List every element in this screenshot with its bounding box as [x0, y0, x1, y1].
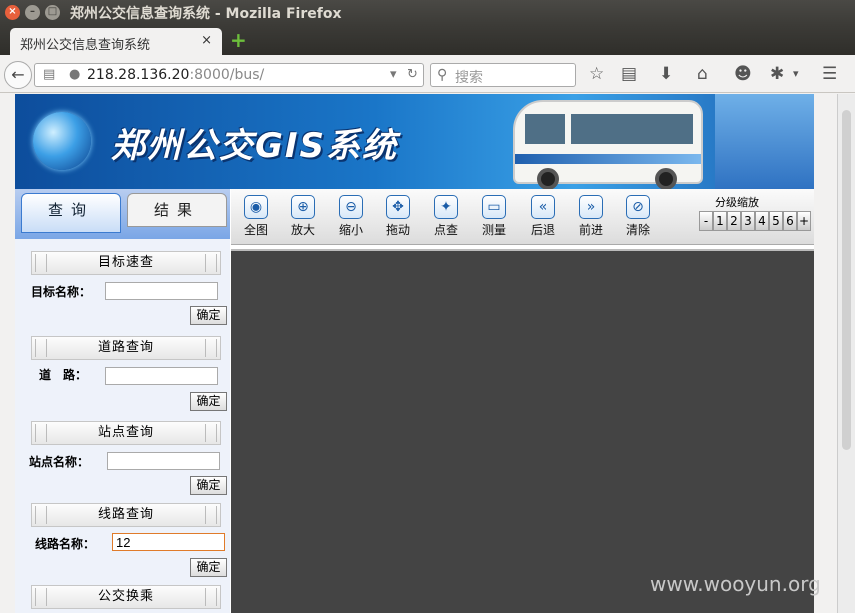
zoom-level-label: 分级缩放	[715, 196, 759, 209]
window-title: 郑州公交信息查询系统 - Mozilla Firefox	[70, 6, 342, 22]
clear-button[interactable]: ⊘ 清除	[618, 195, 658, 238]
window-titlebar: × – □ 郑州公交信息查询系统 - Mozilla Firefox	[0, 0, 855, 25]
zoom-level-1[interactable]: 1	[713, 211, 727, 231]
back-view-button[interactable]: «后退	[523, 195, 563, 238]
banner: 郑州公交GIS系统	[15, 94, 814, 190]
measure-button[interactable]: ▭ 测量	[474, 195, 514, 238]
zoom-level-5[interactable]: 5	[769, 211, 783, 231]
menu-icon[interactable]: ☰	[822, 64, 837, 84]
browser-tab[interactable]: 郑州公交信息查询系统 ×	[10, 28, 222, 55]
target-name-label: 目标名称：	[31, 285, 92, 299]
full-extent-button[interactable]: ◉ 全图	[236, 195, 276, 238]
zoom-out-icon: ⊖	[339, 195, 363, 219]
zoom-level-4[interactable]: 4	[755, 211, 769, 231]
tab-bar: 郑州公交信息查询系统 × +	[0, 25, 855, 55]
identify-button[interactable]: ✦ 点查	[426, 195, 466, 238]
forward-view-button[interactable]: » 前进	[571, 195, 611, 238]
maximize-window-button[interactable]: □	[45, 5, 60, 20]
download-icon[interactable]: ⬇	[659, 64, 673, 84]
url-host: 218.28.136.20	[87, 67, 190, 83]
minimize-window-button[interactable]: –	[25, 5, 40, 20]
section-line-title: 线路查询	[31, 503, 221, 527]
banner-title: 郑州公交GIS系统	[111, 126, 399, 166]
tab-close-button[interactable]: ×	[201, 33, 212, 48]
search-placeholder: 搜索	[455, 70, 483, 86]
extension-icon[interactable]: ✱	[770, 64, 784, 84]
zoom-level-2[interactable]: 2	[727, 211, 741, 231]
chat-icon[interactable]: ☻	[734, 64, 752, 84]
stop-name-label: 站点名称：	[29, 455, 90, 469]
reload-icon[interactable]: ↻	[407, 67, 418, 82]
eraser-icon: ⊘	[626, 195, 650, 219]
close-window-button[interactable]: ×	[5, 5, 20, 20]
pan-icon: ✥	[386, 195, 410, 219]
target-name-input[interactable]	[105, 282, 218, 300]
new-tab-button[interactable]: +	[230, 28, 247, 52]
tab-result[interactable]: 结果	[127, 193, 227, 227]
url-path: :8000/bus/	[189, 67, 265, 83]
zoom-minus[interactable]: -	[699, 211, 713, 231]
section-transfer-title: 公交换乘	[31, 585, 221, 609]
stop-name-input[interactable]	[107, 452, 220, 470]
road-input[interactable]	[105, 367, 218, 385]
extension-dropdown-icon[interactable]: ▾	[793, 67, 799, 80]
panel-tabs: 查询 结果	[15, 189, 230, 239]
section-stop-title: 站点查询	[31, 421, 221, 445]
tab-title: 郑州公交信息查询系统	[20, 38, 151, 53]
rewind-icon: «	[531, 195, 555, 219]
zoom-level-6[interactable]: 6	[783, 211, 797, 231]
zoom-in-icon: ⊕	[291, 195, 315, 219]
pan-button[interactable]: ✥ 拖动	[378, 195, 418, 238]
scrollbar-thumb[interactable]	[842, 110, 851, 450]
navigation-toolbar: ← ▤ ● 218.28.136.20:8000/bus/ ▾ ↻ ⚲ 搜索 ☆…	[0, 55, 855, 93]
line-name-input[interactable]	[112, 533, 225, 551]
zoom-plus[interactable]: +	[797, 211, 811, 231]
zoom-out-button[interactable]: ⊖ 缩小	[331, 195, 371, 238]
home-icon[interactable]: ⌂	[697, 64, 708, 84]
web-page: 郑州公交GIS系统 查询 结果 目标速查 目标名称： 确定 道路查询 道 路： …	[15, 94, 814, 613]
target-confirm-button[interactable]: 确定	[190, 306, 227, 325]
search-input[interactable]: ⚲ 搜索	[430, 63, 576, 87]
tab-query[interactable]: 查询	[21, 193, 121, 233]
reading-list-icon[interactable]: ▤	[621, 64, 637, 84]
zoom-level-bar: - 1 2 3 4 5 6 +	[699, 211, 811, 231]
line-confirm-button[interactable]: 确定	[190, 558, 227, 577]
section-road-title: 道路查询	[31, 336, 221, 360]
line-name-label: 线路名称：	[35, 537, 96, 551]
page-scrollbar[interactable]	[837, 94, 855, 613]
road-label: 道 路：	[39, 368, 88, 382]
bookmark-star-icon[interactable]: ☆	[589, 64, 604, 84]
ruler-icon: ▭	[482, 195, 506, 219]
map-canvas[interactable]	[231, 251, 814, 613]
page-icon: ▤	[43, 67, 56, 82]
section-target-title: 目标速查	[31, 251, 221, 275]
dropdown-icon[interactable]: ▾	[390, 67, 397, 82]
globe-icon: ◉	[244, 195, 268, 219]
globe-logo	[33, 112, 91, 170]
bus-image	[513, 100, 703, 190]
building-image	[715, 94, 814, 189]
zoom-level-3[interactable]: 3	[741, 211, 755, 231]
magic-wand-icon: ✦	[434, 195, 458, 219]
fast-forward-icon: »	[579, 195, 603, 219]
road-confirm-button[interactable]: 确定	[190, 392, 227, 411]
back-button[interactable]: ←	[4, 61, 32, 89]
watermark: www.wooyun.org	[650, 572, 821, 596]
query-panel: 查询 结果 目标速查 目标名称： 确定 道路查询 道 路： 确定 站点查询 站点…	[15, 189, 230, 613]
map-toolbar: ◉ 全图 ⊕ 放大 ⊖ 缩小 ✥ 拖动 ✦ 点查 ▭ 测量 «后退 » 前进 ⊘ 清除 分级缩放…	[231, 189, 814, 245]
zoom-in-button[interactable]: ⊕ 放大	[283, 195, 323, 238]
globe-icon: ●	[69, 67, 81, 82]
stop-confirm-button[interactable]: 确定	[190, 476, 227, 495]
url-bar[interactable]: ▤ ● 218.28.136.20:8000/bus/ ▾ ↻	[34, 63, 424, 87]
search-icon: ⚲	[437, 67, 448, 83]
